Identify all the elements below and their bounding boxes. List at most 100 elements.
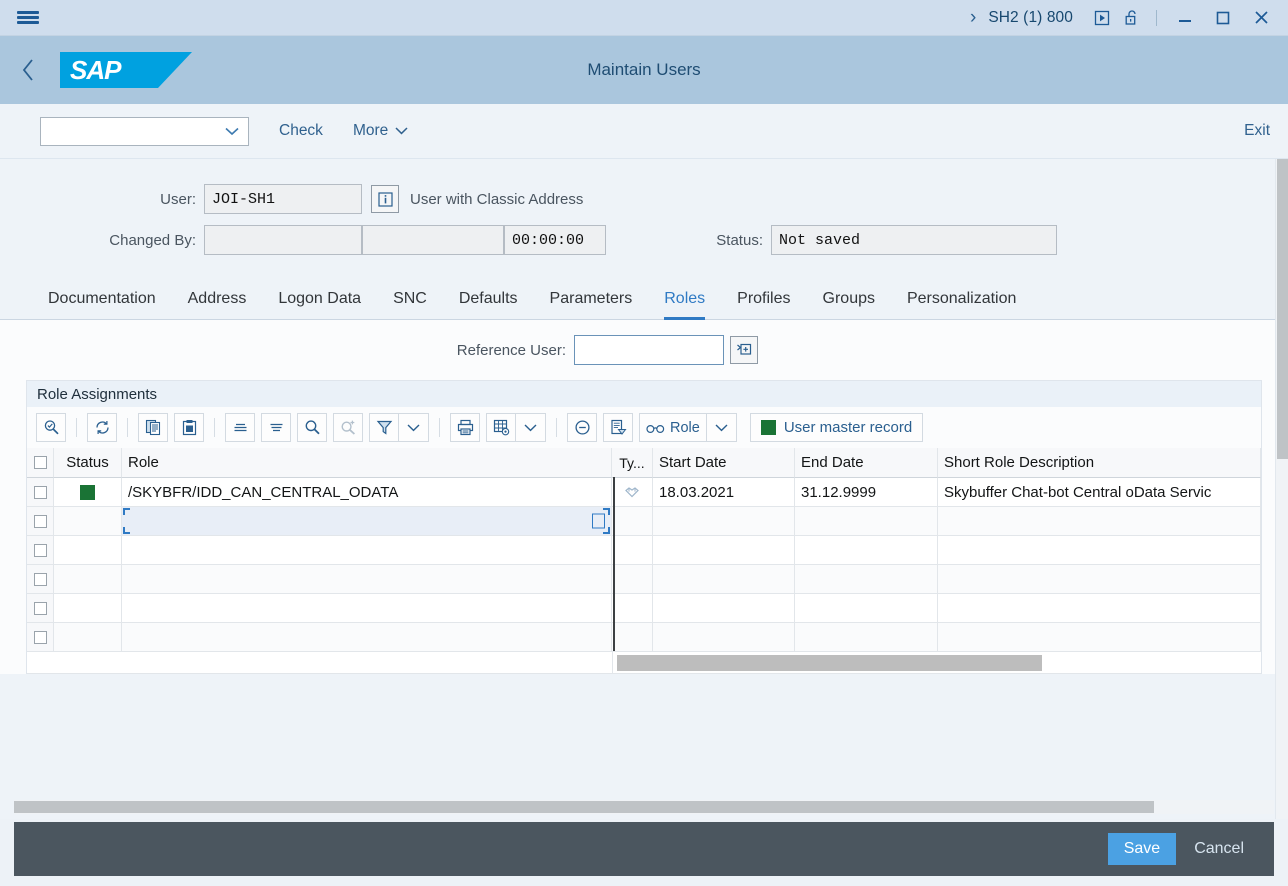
cell-start-date[interactable] [653, 565, 795, 594]
role-glasses-icon[interactable]: Role [639, 413, 707, 442]
cell-end-date[interactable] [795, 536, 938, 565]
row-checkbox[interactable] [33, 543, 47, 557]
sort-descending-icon[interactable] [261, 413, 291, 442]
tab-roles[interactable]: Roles [648, 290, 721, 320]
row-checkbox[interactable] [33, 514, 47, 528]
table-row[interactable] [27, 507, 1261, 536]
more-button[interactable]: More [353, 122, 408, 140]
cancel-button[interactable]: Cancel [1182, 833, 1256, 865]
page-horizontal-scrollbar[interactable] [14, 800, 1274, 814]
page-horizontal-scroll-thumb[interactable] [14, 801, 1154, 813]
unlocked-padlock-icon[interactable] [1117, 0, 1147, 36]
select-all-checkbox-cell[interactable] [27, 448, 54, 478]
grid-scroll-thumb[interactable] [617, 655, 1042, 671]
changed-time-input[interactable]: 00:00:00 [504, 225, 606, 255]
tab-parameters[interactable]: Parameters [534, 290, 649, 319]
exit-button[interactable]: Exit [1244, 122, 1270, 140]
cell-description[interactable] [938, 623, 1261, 652]
cell-role[interactable] [122, 623, 612, 652]
column-header-role[interactable]: Role [122, 448, 612, 478]
cell-description[interactable] [938, 507, 1261, 536]
row-select-cell[interactable] [27, 623, 54, 652]
search-detail-icon[interactable] [36, 413, 66, 442]
transaction-combo-box[interactable] [40, 116, 249, 146]
table-row[interactable] [27, 594, 1261, 623]
hamburger-menu-icon[interactable] [0, 9, 56, 26]
filter-icon[interactable] [369, 413, 399, 442]
grid-horizontal-scrollbar[interactable] [27, 652, 1261, 674]
row-checkbox[interactable] [33, 630, 47, 644]
column-header-status[interactable]: Status [54, 448, 122, 478]
cell-role[interactable]: /SKYBFR/IDD_CAN_CENTRAL_ODATA [122, 478, 612, 507]
cell-role-editing[interactable] [122, 507, 612, 536]
back-chevron-icon[interactable] [0, 36, 56, 104]
cell-end-date[interactable]: 31.12.9999 [795, 478, 938, 507]
tab-profiles[interactable]: Profiles [721, 290, 806, 319]
print-icon[interactable] [450, 413, 480, 442]
select-all-checkbox[interactable] [33, 456, 47, 469]
row-select-cell[interactable] [27, 565, 54, 594]
play-in-box-icon[interactable] [1087, 0, 1117, 36]
tab-logon-data[interactable]: Logon Data [262, 290, 377, 319]
check-button[interactable]: Check [279, 122, 323, 140]
table-row[interactable] [27, 536, 1261, 565]
changed-date-input[interactable] [362, 225, 504, 255]
cell-role[interactable] [122, 536, 612, 565]
tab-personalization[interactable]: Personalization [891, 290, 1032, 319]
cell-end-date[interactable] [795, 623, 938, 652]
column-header-description[interactable]: Short Role Description [938, 448, 1261, 478]
maximize-icon[interactable] [1204, 0, 1242, 36]
cell-end-date[interactable] [795, 565, 938, 594]
table-row[interactable]: /SKYBFR/IDD_CAN_CENTRAL_ODATA 18.03.2021… [27, 478, 1261, 507]
row-select-cell[interactable] [27, 478, 54, 507]
page-vertical-scroll-thumb[interactable] [1277, 159, 1288, 459]
cell-start-date[interactable] [653, 507, 795, 536]
role-dropdown-chevron-down-icon[interactable] [706, 413, 737, 442]
row-checkbox[interactable] [33, 601, 47, 615]
delete-row-icon[interactable] [567, 413, 597, 442]
user-master-record-button[interactable]: User master record [749, 413, 924, 442]
row-select-cell[interactable] [27, 536, 54, 565]
reference-user-input[interactable] [574, 335, 724, 365]
save-button[interactable]: Save [1107, 833, 1177, 865]
cell-start-date[interactable] [653, 594, 795, 623]
cell-start-date[interactable] [653, 623, 795, 652]
copy-icon[interactable] [138, 413, 168, 442]
cell-description[interactable]: Skybuffer Chat-bot Central oData Servic [938, 478, 1261, 507]
close-icon[interactable] [1242, 0, 1280, 36]
paste-icon[interactable] [174, 413, 204, 442]
row-select-cell[interactable] [27, 507, 54, 536]
cell-role[interactable] [122, 594, 612, 623]
grid-scroll-track[interactable] [613, 652, 1261, 673]
row-checkbox[interactable] [33, 572, 47, 586]
cell-description[interactable] [938, 536, 1261, 565]
minimize-icon[interactable] [1166, 0, 1204, 36]
documentation-icon[interactable] [603, 413, 633, 442]
column-header-type[interactable]: Ty... [612, 448, 653, 478]
table-row[interactable] [27, 623, 1261, 652]
cell-description[interactable] [938, 594, 1261, 623]
page-vertical-scrollbar[interactable] [1275, 159, 1288, 819]
tab-defaults[interactable]: Defaults [443, 290, 534, 319]
cell-start-date[interactable] [653, 536, 795, 565]
filter-dropdown-chevron-down-icon[interactable] [399, 413, 429, 442]
table-settings-icon[interactable] [486, 413, 516, 442]
value-help-icon[interactable] [730, 336, 758, 364]
sort-ascending-icon[interactable] [225, 413, 255, 442]
column-header-end-date[interactable]: End Date [795, 448, 938, 478]
find-next-icon[interactable] [333, 413, 363, 442]
refresh-icon[interactable] [87, 413, 117, 442]
cell-role[interactable] [122, 565, 612, 594]
tab-groups[interactable]: Groups [807, 290, 891, 319]
table-settings-chevron-down-icon[interactable] [516, 413, 546, 442]
cell-description[interactable] [938, 565, 1261, 594]
user-input[interactable]: JOI-SH1 [204, 184, 362, 214]
find-icon[interactable] [297, 413, 327, 442]
info-icon[interactable] [371, 185, 399, 213]
tab-address[interactable]: Address [172, 290, 263, 319]
row-checkbox[interactable] [33, 485, 47, 499]
chevron-right-icon[interactable]: › [966, 8, 988, 27]
cell-end-date[interactable] [795, 507, 938, 536]
cell-end-date[interactable] [795, 594, 938, 623]
row-select-cell[interactable] [27, 594, 54, 623]
